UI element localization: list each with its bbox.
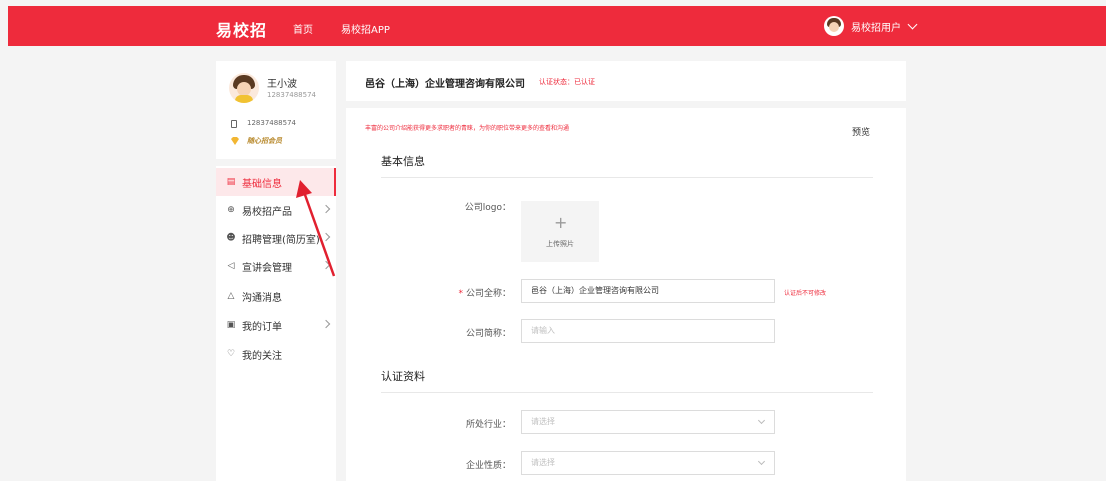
profile-phone: 12837488574 [247, 119, 296, 127]
fullname-note: 认证后不可修改 [784, 290, 827, 297]
nature-select-value: 请选择 [531, 458, 555, 467]
vip-badge[interactable]: 随心招会员 [247, 136, 282, 146]
people-icon: ☻ [226, 233, 236, 243]
sidebar-item-orders[interactable]: ▣ 我的订单 [216, 311, 336, 339]
profile-id: 12837488574 [267, 91, 316, 99]
user-menu[interactable]: 易校招用户 [824, 15, 918, 37]
industry-select-value: 请选择 [531, 417, 555, 426]
company-name: 邑谷（上海）企业管理咨询有限公司 [365, 79, 525, 90]
chevron-down-icon [907, 19, 918, 29]
sidebar-item-recruitment[interactable]: ☻ 招聘管理(简历室) [216, 224, 336, 252]
chevron-right-icon [321, 204, 331, 214]
chevron-down-icon [757, 416, 766, 425]
top-bar: 易校招 首页 易校招APP 易校招用户 [8, 6, 1106, 46]
phone-icon [231, 120, 237, 128]
divider [381, 177, 873, 178]
chevron-down-icon [757, 457, 766, 466]
cert-status: 认证状态：已认证 [539, 78, 595, 86]
industry-label: 所处行业： [465, 420, 511, 430]
profile-avatar [229, 73, 259, 103]
chevron-right-icon [321, 232, 331, 242]
sidebar-item-basic-info[interactable]: ▤ 基础信息 [216, 168, 336, 196]
sidebar-item-follows[interactable]: ♡ 我的关注 [216, 340, 336, 368]
chevron-right-icon [321, 260, 331, 270]
sidebar-menu: ▤ 基础信息 ⊕ 易校招产品 ☻ 招聘管理(简历室) ◁ 宣讲会管理 △ 沟通消… [216, 166, 336, 481]
nature-select[interactable]: 请选择 [521, 451, 775, 475]
plus-icon: + [554, 213, 568, 232]
sidebar-item-products[interactable]: ⊕ 易校招产品 [216, 196, 336, 224]
shortname-label: 公司简称： [465, 329, 511, 339]
profile-name: 王小波 [267, 79, 297, 90]
logo-upload[interactable]: + 上传照片 [521, 201, 599, 262]
sidebar-item-seminars[interactable]: ◁ 宣讲会管理 [216, 252, 336, 280]
order-icon: ▣ [226, 320, 236, 330]
document-icon: ▤ [226, 177, 236, 187]
shortname-input[interactable]: 请输入 [521, 319, 775, 343]
divider [381, 392, 873, 393]
sidebar-item-label: 易校招产品 [242, 206, 292, 218]
fullname-field[interactable]: 邑谷（上海）企业管理咨询有限公司 [521, 279, 775, 303]
user-avatar [824, 16, 844, 36]
nav-home-link[interactable]: 首页 [293, 21, 313, 36]
nav-app-link[interactable]: 易校招APP [341, 21, 390, 36]
sidebar-item-label: 我的订单 [242, 321, 282, 333]
fullname-label: * 公司全称： [458, 289, 511, 299]
sidebar-item-label: 基础信息 [242, 178, 282, 190]
company-header: 邑谷（上海）企业管理咨询有限公司 认证状态：已认证 [346, 61, 906, 101]
heart-icon: ♡ [226, 349, 236, 359]
bell-icon: △ [227, 291, 235, 301]
profile-card: 王小波 12837488574 12837488574 随心招会员 [216, 61, 336, 159]
section-cert-info: 认证资料 [381, 370, 425, 383]
logo-label: 公司logo： [464, 203, 511, 213]
tip-text: 丰富的公司介绍能获得更多求职者的青睐，为你的职位带来更多的查看和沟通 [365, 125, 570, 132]
sidebar-item-messages[interactable]: △ 沟通消息 [216, 282, 336, 310]
company-info-form: 丰富的公司介绍能获得更多求职者的青睐，为你的职位带来更多的查看和沟通 预览 基本… [346, 108, 906, 481]
section-basic-info: 基本信息 [381, 155, 425, 168]
user-name: 易校招用户 [851, 22, 901, 34]
sidebar-item-label: 我的关注 [242, 350, 282, 362]
box-icon: ⊕ [227, 205, 235, 215]
sidebar-item-label: 宣讲会管理 [242, 262, 292, 274]
chevron-right-icon [321, 319, 331, 329]
preview-button[interactable]: 预览 [852, 125, 870, 138]
diamond-icon [231, 137, 239, 145]
nature-label: 企业性质： [465, 461, 511, 471]
sidebar-item-label: 招聘管理(简历室) [242, 234, 320, 246]
industry-select[interactable]: 请选择 [521, 410, 775, 434]
upload-label: 上传照片 [546, 240, 574, 248]
speaker-icon: ◁ [227, 261, 235, 271]
sidebar-item-label: 沟通消息 [242, 292, 282, 304]
app-logo[interactable]: 易校招 [216, 17, 267, 41]
